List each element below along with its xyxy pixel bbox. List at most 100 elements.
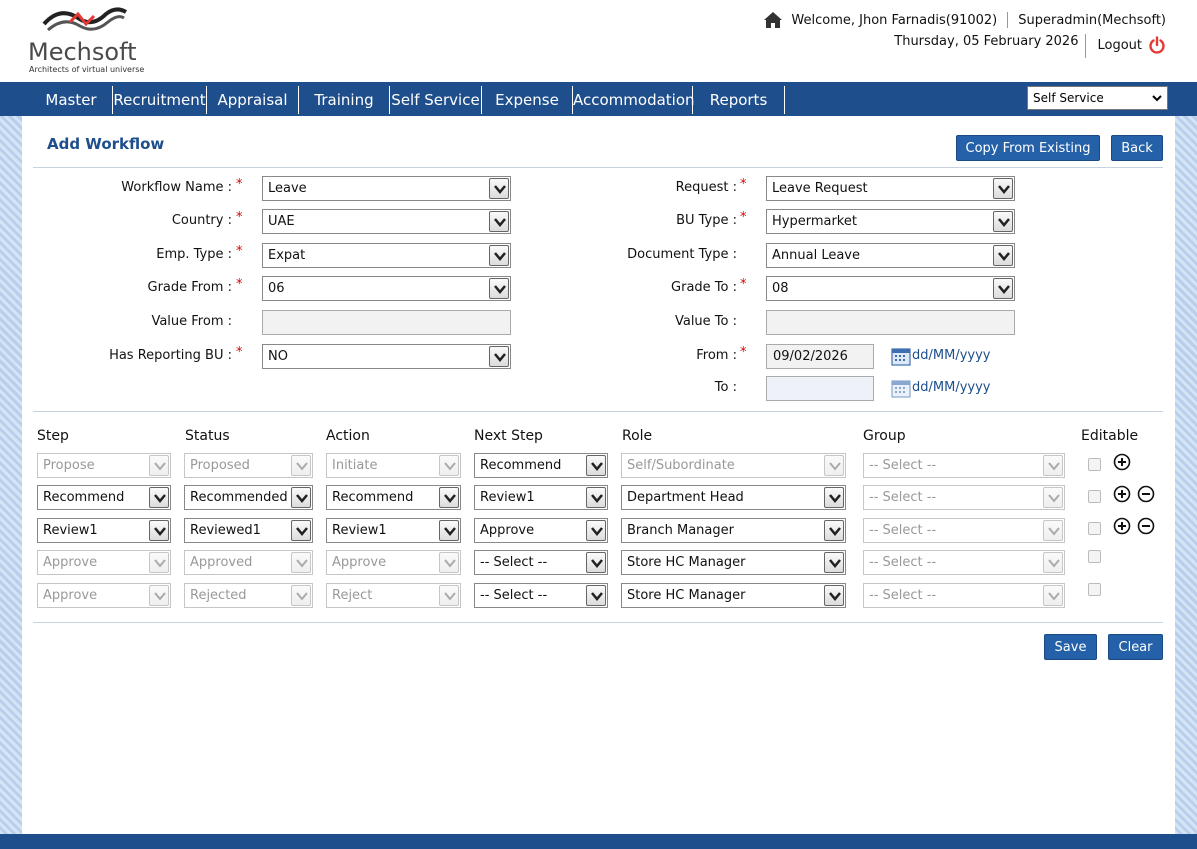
to-date-input[interactable]: [766, 376, 874, 401]
next-step-value: Review1: [480, 490, 535, 505]
menu-item-recruitment[interactable]: Recruitment: [113, 86, 207, 114]
status-select[interactable]: Rejected: [184, 583, 313, 608]
add-step-icon[interactable]: [1113, 517, 1131, 535]
step-select[interactable]: Approve: [37, 550, 171, 575]
menu-item-accommodation[interactable]: Accommodation: [573, 86, 695, 114]
calendar-icon[interactable]: [891, 346, 911, 366]
grade-from-select[interactable]: 06: [262, 276, 511, 301]
group-select[interactable]: -- Select --: [863, 453, 1065, 478]
grade-to-value: 08: [772, 281, 789, 296]
menu-item-appraisal[interactable]: Appraisal: [207, 86, 299, 114]
editable-checkbox[interactable]: [1088, 550, 1101, 563]
country-label: Country :: [171, 213, 232, 228]
power-icon[interactable]: [1148, 36, 1166, 54]
country-select[interactable]: UAE: [262, 209, 511, 234]
clear-button[interactable]: Clear: [1108, 634, 1163, 660]
has-reporting-bu-value: NO: [268, 349, 288, 364]
back-button[interactable]: Back: [1111, 135, 1163, 161]
group-select[interactable]: -- Select --: [863, 485, 1065, 510]
dropdown-arrow-icon: [489, 278, 509, 299]
has-reporting-bu-select[interactable]: NO: [262, 344, 511, 369]
status-value: Reviewed1: [190, 523, 261, 538]
value-from-input[interactable]: [262, 310, 511, 335]
logout-link[interactable]: Logout: [1097, 36, 1166, 54]
home-icon[interactable]: [763, 11, 783, 29]
logo-text: Mechsoft: [28, 38, 137, 66]
save-button[interactable]: Save: [1044, 634, 1097, 660]
copy-from-existing-button[interactable]: Copy From Existing: [956, 135, 1100, 161]
action-select[interactable]: Review1: [326, 518, 461, 543]
document-type-select[interactable]: Annual Leave: [766, 243, 1015, 268]
role-select[interactable]: Department Head: [621, 485, 846, 510]
divider: [1007, 12, 1009, 28]
menu-item-self-service[interactable]: Self Service: [390, 86, 482, 114]
status-select[interactable]: Proposed: [184, 453, 313, 478]
module-select[interactable]: Self Service: [1027, 86, 1168, 110]
next-step-select[interactable]: Review1: [474, 485, 608, 510]
step-select[interactable]: Propose: [37, 453, 171, 478]
next-step-select[interactable]: -- Select --: [474, 550, 608, 575]
status-select[interactable]: Reviewed1: [184, 518, 313, 543]
editable-checkbox[interactable]: [1088, 458, 1101, 471]
menu-item-master[interactable]: Master: [30, 86, 113, 114]
editable-checkbox[interactable]: [1088, 490, 1101, 503]
page-title: Add Workflow: [47, 135, 165, 153]
workflow-name-select[interactable]: Leave: [262, 176, 511, 201]
role-select[interactable]: Store HC Manager: [621, 550, 846, 575]
emp-type-select[interactable]: Expat: [262, 243, 511, 268]
action-select[interactable]: Recommend: [326, 485, 461, 510]
editable-checkbox[interactable]: [1088, 522, 1101, 535]
dropdown-arrow-icon: [149, 487, 169, 508]
document-type-value: Annual Leave: [772, 248, 860, 263]
group-select[interactable]: -- Select --: [863, 550, 1065, 575]
role-value: Store HC Manager: [627, 588, 746, 603]
role-select[interactable]: Branch Manager: [621, 518, 846, 543]
dropdown-arrow-icon: [149, 455, 169, 476]
emp-type-value: Expat: [268, 248, 306, 263]
from-date-input[interactable]: 09/02/2026: [766, 344, 874, 369]
bu-type-select[interactable]: Hypermarket: [766, 209, 1015, 234]
remove-step-icon[interactable]: [1137, 485, 1155, 503]
menu-item-training[interactable]: Training: [299, 86, 390, 114]
next-step-select[interactable]: -- Select --: [474, 583, 608, 608]
mechsoft-logo[interactable]: Mechsoft Architects of virtual universe: [28, 4, 178, 76]
calendar-icon[interactable]: [891, 378, 911, 398]
action-select[interactable]: Approve: [326, 550, 461, 575]
main-menu: Master Recruitment Appraisal Training Se…: [0, 82, 1197, 116]
bu-type-label: BU Type :: [676, 213, 737, 228]
add-step-icon[interactable]: [1113, 453, 1131, 471]
action-select[interactable]: Reject: [326, 583, 461, 608]
group-select[interactable]: -- Select --: [863, 518, 1065, 543]
role-select[interactable]: Self/Subordinate: [621, 453, 846, 478]
logo-mark-icon: [42, 7, 128, 32]
status-select[interactable]: Approved: [184, 550, 313, 575]
menu-item-reports[interactable]: Reports: [693, 86, 785, 114]
next-step-select[interactable]: Approve: [474, 518, 608, 543]
status-select[interactable]: Recommended: [184, 485, 313, 510]
workflow-name-value: Leave: [268, 181, 307, 196]
group-select[interactable]: -- Select --: [863, 583, 1065, 608]
request-select[interactable]: Leave Request: [766, 176, 1015, 201]
action-value: Reject: [332, 588, 373, 603]
remove-step-icon[interactable]: [1137, 517, 1155, 535]
dropdown-arrow-icon: [824, 585, 844, 606]
dropdown-arrow-icon: [291, 455, 311, 476]
dropdown-arrow-icon: [586, 585, 606, 606]
dropdown-arrow-icon: [439, 455, 459, 476]
required-marker: *: [236, 345, 243, 360]
add-step-icon[interactable]: [1113, 485, 1131, 503]
action-select[interactable]: Initiate: [326, 453, 461, 478]
step-select[interactable]: Recommend: [37, 485, 171, 510]
step-select[interactable]: Review1: [37, 518, 171, 543]
dropdown-arrow-icon: [824, 455, 844, 476]
value-to-input[interactable]: [766, 310, 1015, 335]
step-select[interactable]: Approve: [37, 583, 171, 608]
next-step-select[interactable]: Recommend: [474, 453, 608, 478]
role-select[interactable]: Store HC Manager: [621, 583, 846, 608]
required-marker: *: [740, 277, 747, 292]
dropdown-arrow-icon: [291, 487, 311, 508]
grade-to-select[interactable]: 08: [766, 276, 1015, 301]
menu-item-expense[interactable]: Expense: [482, 86, 573, 114]
editable-checkbox[interactable]: [1088, 583, 1101, 596]
dropdown-arrow-icon: [439, 520, 459, 541]
